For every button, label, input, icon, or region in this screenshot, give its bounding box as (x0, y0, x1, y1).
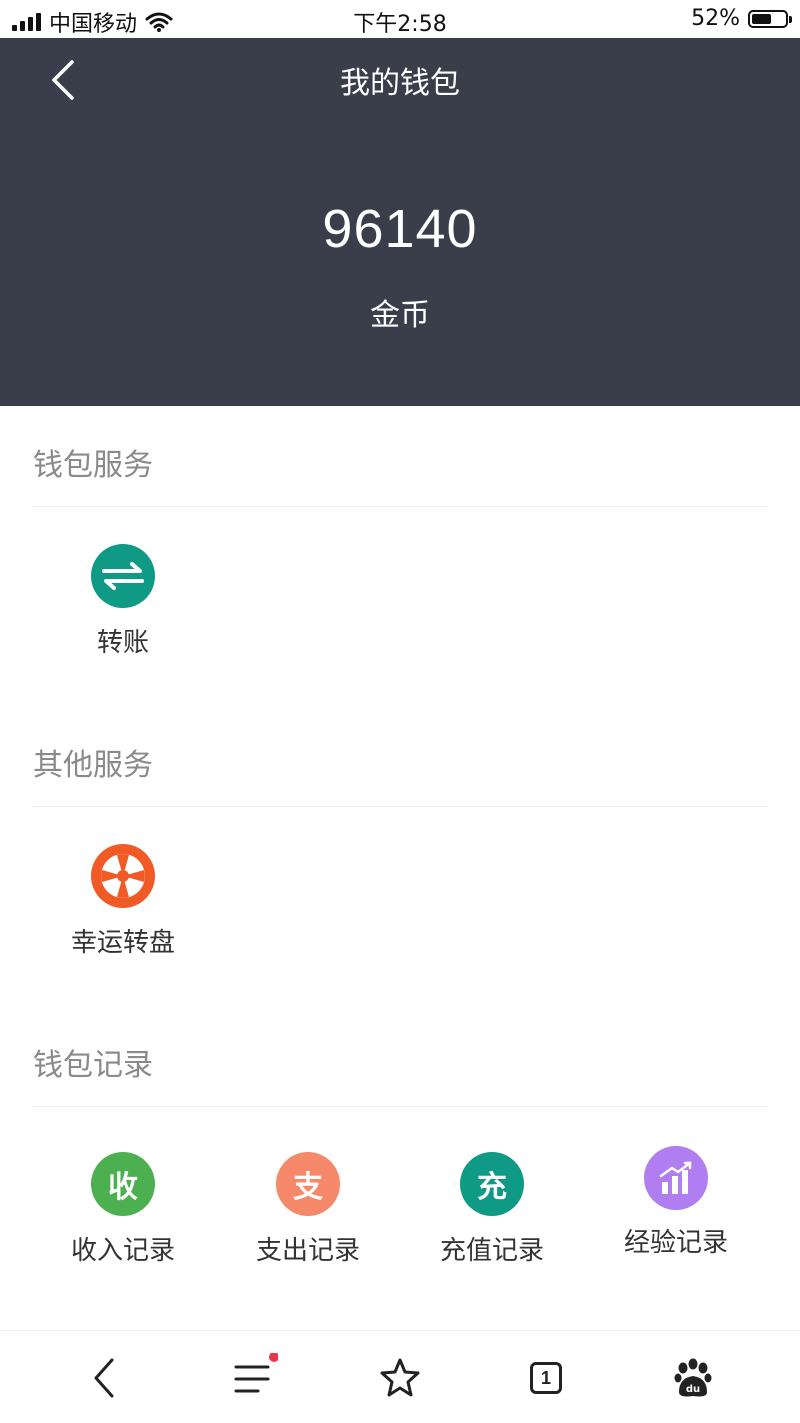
expense-icon: 支 (276, 1152, 340, 1216)
divider (33, 806, 768, 807)
battery-percent: 52% (691, 6, 740, 31)
menu-icon (234, 1353, 278, 1393)
wallet-header: 我的钱包 96140 金币 (0, 38, 800, 406)
transfer-label: 转账 (96, 628, 149, 658)
section-title-wallet-services: 钱包服务 (33, 448, 153, 483)
income-records-button[interactable]: 收 收入记录 (33, 1152, 213, 1267)
lucky-wheel-label: 幸运转盘 (70, 928, 175, 958)
section-title-other-services: 其他服务 (33, 748, 153, 783)
chart-icon (644, 1146, 708, 1210)
experience-records-label: 经验记录 (623, 1228, 728, 1258)
experience-records-button[interactable]: 经验记录 (586, 1146, 766, 1259)
transfer-icon (91, 544, 155, 608)
transfer-button[interactable]: 转账 (33, 544, 213, 659)
recharge-records-button[interactable]: 充 充值记录 (402, 1152, 582, 1267)
battery-icon (748, 9, 792, 28)
balance-unit: 金币 (370, 298, 430, 333)
browser-back-button[interactable] (80, 1353, 130, 1403)
expense-records-label: 支出记录 (255, 1236, 360, 1266)
bookmark-button[interactable] (375, 1353, 425, 1403)
income-icon: 收 (91, 1152, 155, 1216)
back-icon (94, 1358, 114, 1398)
recharge-icon: 充 (460, 1152, 524, 1216)
status-bar: 中国移动 下午2:58 52% (0, 0, 800, 38)
wheel-icon (91, 844, 155, 908)
status-time: 下午2:58 (353, 12, 447, 37)
balance-value: 96140 (322, 199, 478, 259)
income-records-label: 收入记录 (70, 1236, 175, 1266)
lucky-wheel-button[interactable]: 幸运转盘 (33, 844, 213, 959)
tabs-icon: 1 (530, 1362, 562, 1394)
divider (33, 1106, 768, 1107)
star-icon (380, 1358, 420, 1397)
page-title: 我的钱包 (340, 66, 460, 101)
svg-text:du: du (686, 1384, 700, 1395)
menu-button[interactable] (228, 1353, 278, 1403)
tabs-button[interactable]: 1 (521, 1353, 571, 1403)
paw-icon: du (674, 1358, 712, 1397)
divider (33, 506, 768, 507)
recharge-records-label: 充值记录 (439, 1236, 544, 1266)
baidu-button[interactable]: du (668, 1353, 718, 1403)
bottom-toolbar: 1 du (0, 1330, 800, 1423)
expense-records-button[interactable]: 支 支出记录 (218, 1152, 398, 1267)
section-title-wallet-records: 钱包记录 (33, 1048, 153, 1083)
status-right: 52% (691, 6, 792, 31)
